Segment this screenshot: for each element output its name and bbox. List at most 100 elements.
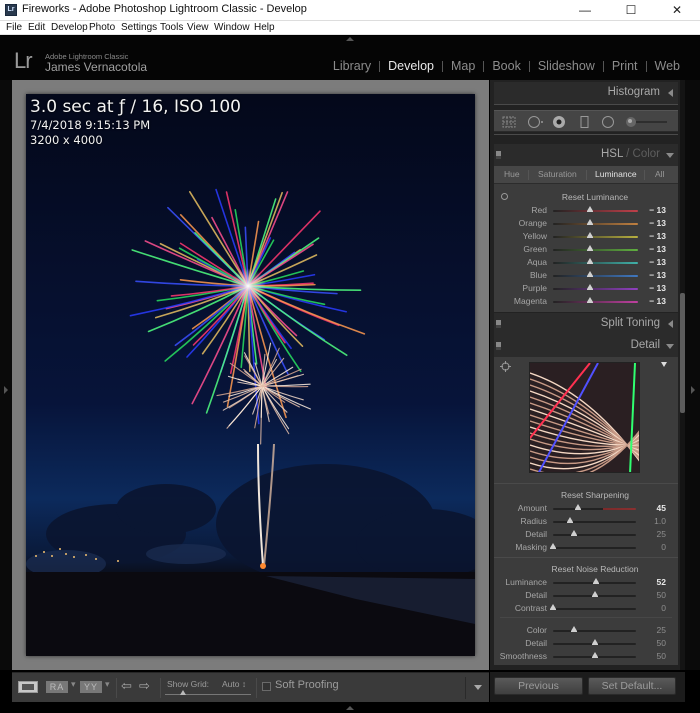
red-eye-correction-icon[interactable] bbox=[552, 116, 566, 130]
module-library[interactable]: Library bbox=[325, 59, 379, 73]
menu-tools[interactable]: Tools bbox=[160, 21, 183, 35]
slider-value[interactable]: 25 bbox=[644, 625, 666, 635]
filmstrip-toggle-icon[interactable] bbox=[346, 706, 354, 710]
slider-track-red[interactable] bbox=[553, 210, 638, 212]
tab-saturation[interactable]: Saturation bbox=[538, 169, 577, 179]
slider-thumb[interactable] bbox=[591, 591, 598, 597]
slider-value[interactable]: 52 bbox=[644, 577, 666, 587]
grid-size-slider-thumb[interactable] bbox=[180, 690, 186, 695]
right-panel-scrollbar[interactable] bbox=[680, 80, 685, 670]
slider-track-magenta[interactable] bbox=[553, 301, 638, 303]
hsl-title-main[interactable]: HSL bbox=[601, 148, 623, 160]
slider-thumb[interactable] bbox=[550, 604, 556, 610]
split-toning-panel-header[interactable]: Split Toning bbox=[494, 313, 678, 335]
soft-proofing-checkbox[interactable] bbox=[262, 682, 271, 691]
detail-target-crosshair-icon[interactable] bbox=[500, 361, 511, 372]
split-toning-toggle-switch[interactable] bbox=[496, 320, 501, 328]
reset-luminance-label[interactable]: Reset Luminance bbox=[520, 192, 670, 202]
slider-thumb[interactable] bbox=[593, 578, 600, 584]
slider-thumb[interactable] bbox=[566, 517, 573, 523]
graduated-filter-icon[interactable] bbox=[580, 116, 590, 128]
spot-removal-icon[interactable] bbox=[527, 116, 545, 128]
slider-value[interactable]: − 13 bbox=[644, 270, 666, 280]
slider-value[interactable]: 45 bbox=[644, 503, 666, 513]
histogram-panel-header[interactable]: Histogram bbox=[494, 82, 678, 104]
slider-thumb[interactable] bbox=[570, 530, 577, 536]
detail-toggle-switch[interactable] bbox=[496, 342, 501, 350]
tab-luminance[interactable]: Luminance bbox=[595, 169, 637, 179]
menu-photo[interactable]: Photo bbox=[89, 21, 115, 35]
menu-settings[interactable]: Settings bbox=[121, 21, 157, 35]
before-after-swap-dropdown-icon[interactable]: ▾ bbox=[105, 680, 110, 690]
slider-track-detail[interactable] bbox=[553, 534, 636, 536]
menu-develop[interactable]: Develop bbox=[51, 21, 88, 35]
slider-value[interactable]: 50 bbox=[644, 638, 666, 648]
slider-thumb[interactable] bbox=[591, 639, 598, 645]
slider-value[interactable]: 50 bbox=[644, 590, 666, 600]
detail-panel-header[interactable]: Detail bbox=[494, 335, 678, 357]
slider-track-aqua[interactable] bbox=[553, 262, 638, 264]
slider-value[interactable]: − 13 bbox=[644, 244, 666, 254]
slider-value[interactable]: 0 bbox=[644, 603, 666, 613]
slider-thumb[interactable] bbox=[587, 206, 594, 212]
radial-filter-icon[interactable] bbox=[601, 116, 615, 130]
slider-value[interactable]: − 13 bbox=[644, 231, 666, 241]
left-panel-edge[interactable] bbox=[0, 80, 12, 670]
before-after-top-bottom-button[interactable]: YY bbox=[80, 681, 102, 693]
minimize-button[interactable]: — bbox=[562, 0, 608, 21]
scrollbar-thumb[interactable] bbox=[680, 293, 685, 413]
slider-value[interactable]: 0 bbox=[644, 542, 666, 552]
targeted-adjustment-icon[interactable] bbox=[501, 193, 508, 200]
loupe-view-button[interactable] bbox=[18, 681, 38, 693]
slider-track-green[interactable] bbox=[553, 249, 638, 251]
hsl-panel-header[interactable]: HSL / Color bbox=[494, 144, 678, 166]
tab-hue[interactable]: Hue bbox=[504, 169, 520, 179]
slider-thumb[interactable] bbox=[587, 284, 594, 290]
module-print[interactable]: Print bbox=[604, 59, 646, 73]
set-default-button[interactable]: Set Default... bbox=[588, 677, 676, 695]
menu-edit[interactable]: Edit bbox=[28, 21, 45, 35]
hsl-title-color[interactable]: Color bbox=[633, 148, 660, 160]
next-photo-arrow-icon[interactable]: ⇨ bbox=[139, 679, 150, 694]
slider-thumb[interactable] bbox=[587, 297, 594, 303]
slider-thumb[interactable] bbox=[550, 543, 556, 549]
reset-sharpening-label[interactable]: Reset Sharpening bbox=[520, 490, 670, 500]
slider-thumb[interactable] bbox=[587, 245, 594, 251]
top-panel-toggle-icon[interactable] bbox=[346, 37, 354, 41]
before-after-left-right-button[interactable]: RA bbox=[46, 681, 68, 693]
module-slideshow[interactable]: Slideshow bbox=[530, 59, 603, 73]
slider-track-amount[interactable] bbox=[553, 508, 636, 510]
previous-photo-arrow-icon[interactable]: ⇦ bbox=[121, 679, 132, 694]
slider-value[interactable]: 25 bbox=[644, 529, 666, 539]
crop-overlay-icon[interactable] bbox=[502, 116, 516, 128]
slider-value[interactable]: − 13 bbox=[644, 218, 666, 228]
tab-all[interactable]: All bbox=[655, 169, 664, 179]
show-grid-select[interactable]: Auto ↕ bbox=[222, 679, 246, 689]
menu-window[interactable]: Window bbox=[214, 21, 250, 35]
slider-thumb[interactable] bbox=[591, 652, 598, 658]
right-panel-edge[interactable] bbox=[685, 80, 700, 670]
slider-track-yellow[interactable] bbox=[553, 236, 638, 238]
slider-value[interactable]: − 13 bbox=[644, 257, 666, 267]
slider-thumb[interactable] bbox=[587, 232, 594, 238]
slider-value[interactable]: − 13 bbox=[644, 205, 666, 215]
menu-file[interactable]: File bbox=[6, 21, 22, 35]
right-panel-toggle-icon[interactable] bbox=[691, 386, 695, 394]
slider-track-radius[interactable] bbox=[553, 521, 636, 523]
soft-proofing-label[interactable]: Soft Proofing bbox=[275, 679, 339, 691]
slider-thumb[interactable] bbox=[587, 271, 594, 277]
previous-button[interactable]: Previous bbox=[494, 677, 583, 695]
module-map[interactable]: Map bbox=[443, 59, 483, 73]
module-book[interactable]: Book bbox=[484, 59, 529, 73]
toolbar-content-menu-icon[interactable] bbox=[474, 685, 482, 690]
slider-value[interactable]: − 13 bbox=[644, 296, 666, 306]
slider-track-contrast[interactable] bbox=[553, 608, 636, 610]
left-panel-toggle-icon[interactable] bbox=[4, 386, 8, 394]
detail-zoom-preview[interactable] bbox=[529, 362, 640, 473]
maximize-button[interactable]: ☐ bbox=[608, 0, 654, 21]
slider-track-blue[interactable] bbox=[553, 275, 638, 277]
slider-track-color[interactable] bbox=[553, 630, 636, 632]
slider-thumb[interactable] bbox=[587, 219, 594, 225]
slider-thumb[interactable] bbox=[574, 504, 581, 510]
slider-thumb[interactable] bbox=[570, 626, 577, 632]
